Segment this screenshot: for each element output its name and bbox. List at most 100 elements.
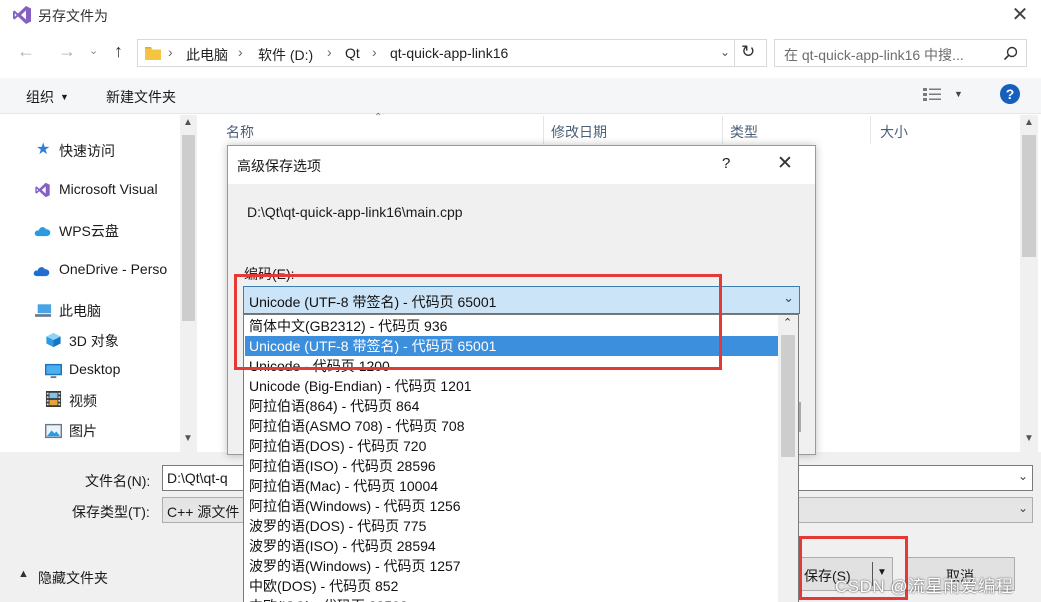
collapse-caret-icon[interactable]: ▲ (18, 568, 29, 580)
breadcrumb-this-pc[interactable]: 此电脑 (186, 45, 228, 65)
onedrive-icon (33, 267, 50, 277)
star-icon: ★ (36, 141, 51, 158)
column-name[interactable]: 名称 (226, 122, 254, 142)
scrollbar-thumb[interactable] (781, 335, 795, 457)
encoding-option[interactable]: 阿拉伯语(ASMO 708) - 代码页 708 (245, 416, 778, 436)
encoding-option[interactable]: 阿拉伯语(Windows) - 代码页 1256 (245, 496, 778, 516)
dialog-close-icon[interactable]: ✕ (777, 152, 793, 175)
search-input[interactable]: 在 qt-quick-app-link16 中搜... (784, 45, 964, 65)
hide-folders-toggle[interactable]: 隐藏文件夹 (38, 568, 108, 588)
breadcrumb-project[interactable]: qt-quick-app-link16 (390, 45, 508, 61)
encoding-option[interactable]: 波罗的语(Windows) - 代码页 1257 (245, 556, 778, 576)
address-bar[interactable]: › 此电脑 › 软件 (D:) › Qt › qt-quick-app-link… (137, 39, 767, 67)
sidebar-item-label: Microsoft Visual (59, 181, 158, 197)
toolbar: 组织 ▼ 新建文件夹 ▼ ? (0, 78, 1041, 114)
organize-label: 组织 (26, 89, 54, 105)
file-list-scrollbar[interactable]: ▲ ▼ (1020, 115, 1038, 452)
encoding-option[interactable]: 阿拉伯语(864) - 代码页 864 (245, 396, 778, 416)
column-modified[interactable]: 修改日期 (551, 122, 607, 142)
organize-button[interactable]: 组织 ▼ (26, 87, 69, 107)
scroll-up-icon[interactable]: ⌃ (783, 316, 792, 329)
sidebar-item-onedrive[interactable]: OneDrive - Perso (0, 256, 180, 284)
navigation-scrollbar[interactable]: ▲ ▼ (180, 115, 197, 452)
sidebar-item-wps-cloud[interactable]: WPS云盘 (0, 216, 180, 244)
navigation-pane: ★ 快速访问 Microsoft Visual WPS云盘 OneDrive -… (0, 115, 197, 452)
breadcrumb-drive-d[interactable]: 软件 (D:) (258, 45, 313, 65)
sidebar-item-label: 视频 (69, 393, 97, 409)
encoding-option[interactable]: 波罗的语(DOS) - 代码页 775 (245, 516, 778, 536)
view-options-icon[interactable] (923, 88, 941, 102)
cube-icon (46, 332, 61, 348)
refresh-icon[interactable]: ↻ (741, 42, 755, 62)
close-icon[interactable]: ✕ (1008, 2, 1032, 27)
visual-studio-icon (13, 6, 31, 24)
breadcrumb-qt[interactable]: Qt (345, 45, 360, 61)
sidebar-item-videos[interactable]: 视频 (0, 386, 180, 414)
scroll-down-icon[interactable]: ▼ (1024, 433, 1034, 444)
encoding-option[interactable]: 波罗的语(ISO) - 代码页 28594 (245, 536, 778, 556)
folder-icon (145, 47, 161, 60)
dialog-help-icon[interactable]: ? (722, 155, 730, 172)
encoding-option[interactable]: 阿拉伯语(DOS) - 代码页 720 (245, 436, 778, 456)
sidebar-item-microsoft-visual[interactable]: Microsoft Visual (0, 176, 180, 204)
sidebar-item-label: 图片 (69, 423, 97, 439)
filename-label: 文件名(N): (85, 473, 151, 489)
sidebar-item-label: WPS云盘 (59, 223, 119, 239)
forward-icon[interactable]: → (58, 41, 76, 62)
sidebar-item-label: 此电脑 (59, 303, 101, 319)
chevron-down-icon[interactable]: ⌄ (1018, 469, 1028, 483)
sidebar-item-label: 3D 对象 (69, 333, 119, 349)
column-type[interactable]: 类型 (730, 122, 758, 142)
column-divider (543, 116, 544, 144)
view-caret-icon[interactable]: ▼ (954, 89, 963, 99)
encoding-option[interactable]: Unicode (Big-Endian) - 代码页 1201 (245, 376, 778, 396)
sidebar-item-pictures[interactable]: 图片 (0, 416, 180, 444)
sort-caret-icon: ⌃ (374, 112, 383, 123)
highlight-box-encoding (234, 274, 722, 370)
scroll-up-icon[interactable]: ▲ (1024, 117, 1034, 128)
dialog-title: 高级保存选项 (237, 158, 321, 174)
new-folder-button[interactable]: 新建文件夹 (106, 87, 176, 107)
back-icon[interactable]: ← (17, 41, 35, 62)
encoding-option[interactable]: 中欧(DOS) - 代码页 852 (245, 576, 778, 596)
encoding-option[interactable]: 阿拉伯语(ISO) - 代码页 28596 (245, 456, 778, 476)
help-icon[interactable]: ? (1000, 84, 1020, 104)
filetype-label: 保存类型(T): (72, 504, 150, 520)
filename-input[interactable]: D:\Qt\qt-q (167, 470, 228, 486)
recent-dropdown-icon[interactable]: ⌄ (89, 44, 98, 57)
encoding-list-scrollbar[interactable]: ⌃ (778, 315, 798, 602)
breadcrumb-separator: › (238, 44, 243, 60)
sidebar-item-label: OneDrive - Perso (59, 261, 168, 277)
film-icon (45, 391, 62, 407)
encoding-option[interactable]: 中欧(ISO) - 代码页 28592 (245, 596, 778, 602)
column-divider (722, 116, 723, 144)
encoding-option[interactable]: 阿拉伯语(Mac) - 代码页 10004 (245, 476, 778, 496)
sidebar-item-3d-objects[interactable]: 3D 对象 (0, 326, 180, 354)
column-size[interactable]: 大小 (880, 122, 908, 142)
scroll-down-icon[interactable]: ▼ (183, 433, 193, 444)
sidebar-item-quick-access[interactable]: ★ 快速访问 (0, 136, 180, 164)
desktop-icon (45, 363, 62, 379)
dialog-title-bar: 高级保存选项 ? ✕ (228, 146, 815, 184)
visual-studio-icon (35, 182, 50, 198)
window-title: 另存文件为 (38, 8, 108, 24)
filetype-value: C++ 源文件 (167, 504, 240, 520)
sidebar-item-label: Desktop (69, 361, 121, 377)
breadcrumb-separator: › (327, 44, 332, 60)
search-icon[interactable] (1003, 46, 1018, 61)
computer-icon (35, 304, 52, 317)
address-history-icon[interactable]: ⌄ (720, 45, 730, 59)
sidebar-item-this-pc[interactable]: 此电脑 (0, 296, 180, 324)
up-icon[interactable]: ↑ (114, 41, 123, 62)
scrollbar-thumb[interactable] (182, 135, 195, 321)
column-divider (870, 116, 871, 144)
breadcrumb-separator: › (372, 44, 377, 60)
scrollbar-thumb[interactable] (1022, 135, 1036, 257)
file-path: D:\Qt\qt-quick-app-link16\main.cpp (247, 204, 463, 220)
chevron-down-icon[interactable]: ⌄ (783, 290, 794, 306)
scroll-up-icon[interactable]: ▲ (183, 117, 193, 128)
sidebar-item-label: 快速访问 (59, 143, 115, 159)
chevron-down-icon[interactable]: ⌄ (1018, 501, 1028, 515)
search-box[interactable]: 在 qt-quick-app-link16 中搜... (774, 39, 1027, 67)
sidebar-item-desktop[interactable]: Desktop (0, 356, 180, 384)
